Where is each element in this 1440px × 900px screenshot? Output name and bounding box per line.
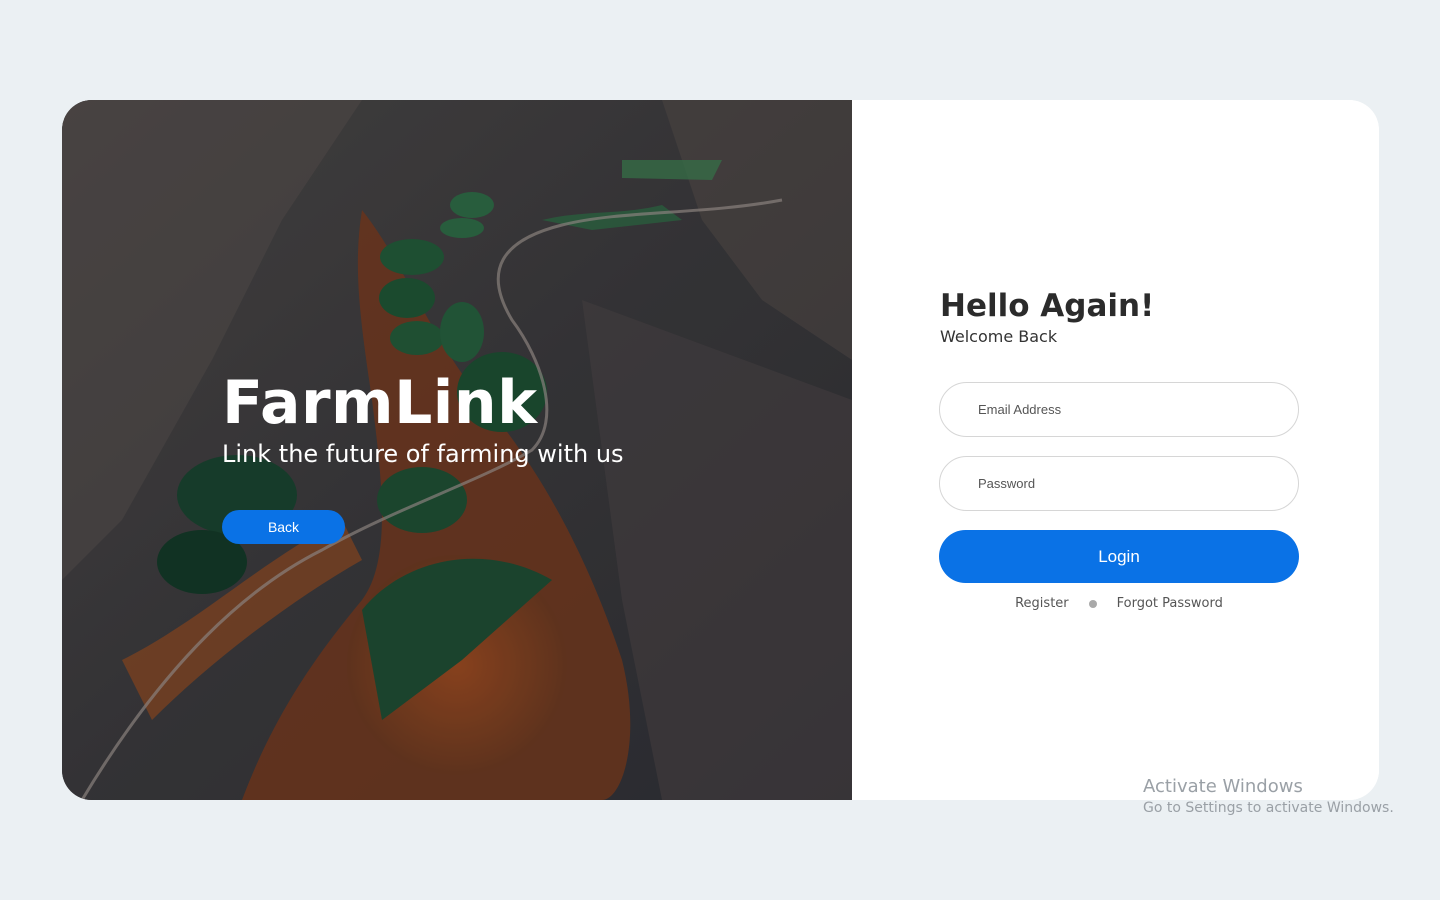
login-heading: Hello Again! bbox=[940, 288, 1155, 324]
watermark-subtitle: Go to Settings to activate Windows. bbox=[1143, 800, 1394, 816]
back-button[interactable]: Back bbox=[222, 510, 345, 544]
login-button[interactable]: Login bbox=[939, 530, 1299, 583]
brand-title: FarmLink bbox=[222, 368, 538, 438]
brand-tagline: Link the future of farming with us bbox=[222, 440, 624, 468]
login-card: FarmLink Link the future of farming with… bbox=[62, 100, 1379, 800]
auth-links: Register Forgot Password bbox=[939, 596, 1299, 611]
login-subheading: Welcome Back bbox=[940, 327, 1058, 346]
login-panel: Hello Again! Welcome Back Login Register… bbox=[852, 100, 1379, 800]
separator-dot bbox=[1088, 599, 1097, 608]
password-field[interactable] bbox=[939, 456, 1299, 511]
email-field[interactable] bbox=[939, 382, 1299, 437]
forgot-password-link[interactable]: Forgot Password bbox=[1117, 596, 1223, 611]
activate-windows-watermark: Activate Windows Go to Settings to activ… bbox=[1143, 776, 1394, 816]
register-link[interactable]: Register bbox=[1015, 596, 1069, 611]
watermark-title: Activate Windows bbox=[1143, 776, 1303, 797]
hero-panel: FarmLink Link the future of farming with… bbox=[62, 100, 852, 800]
